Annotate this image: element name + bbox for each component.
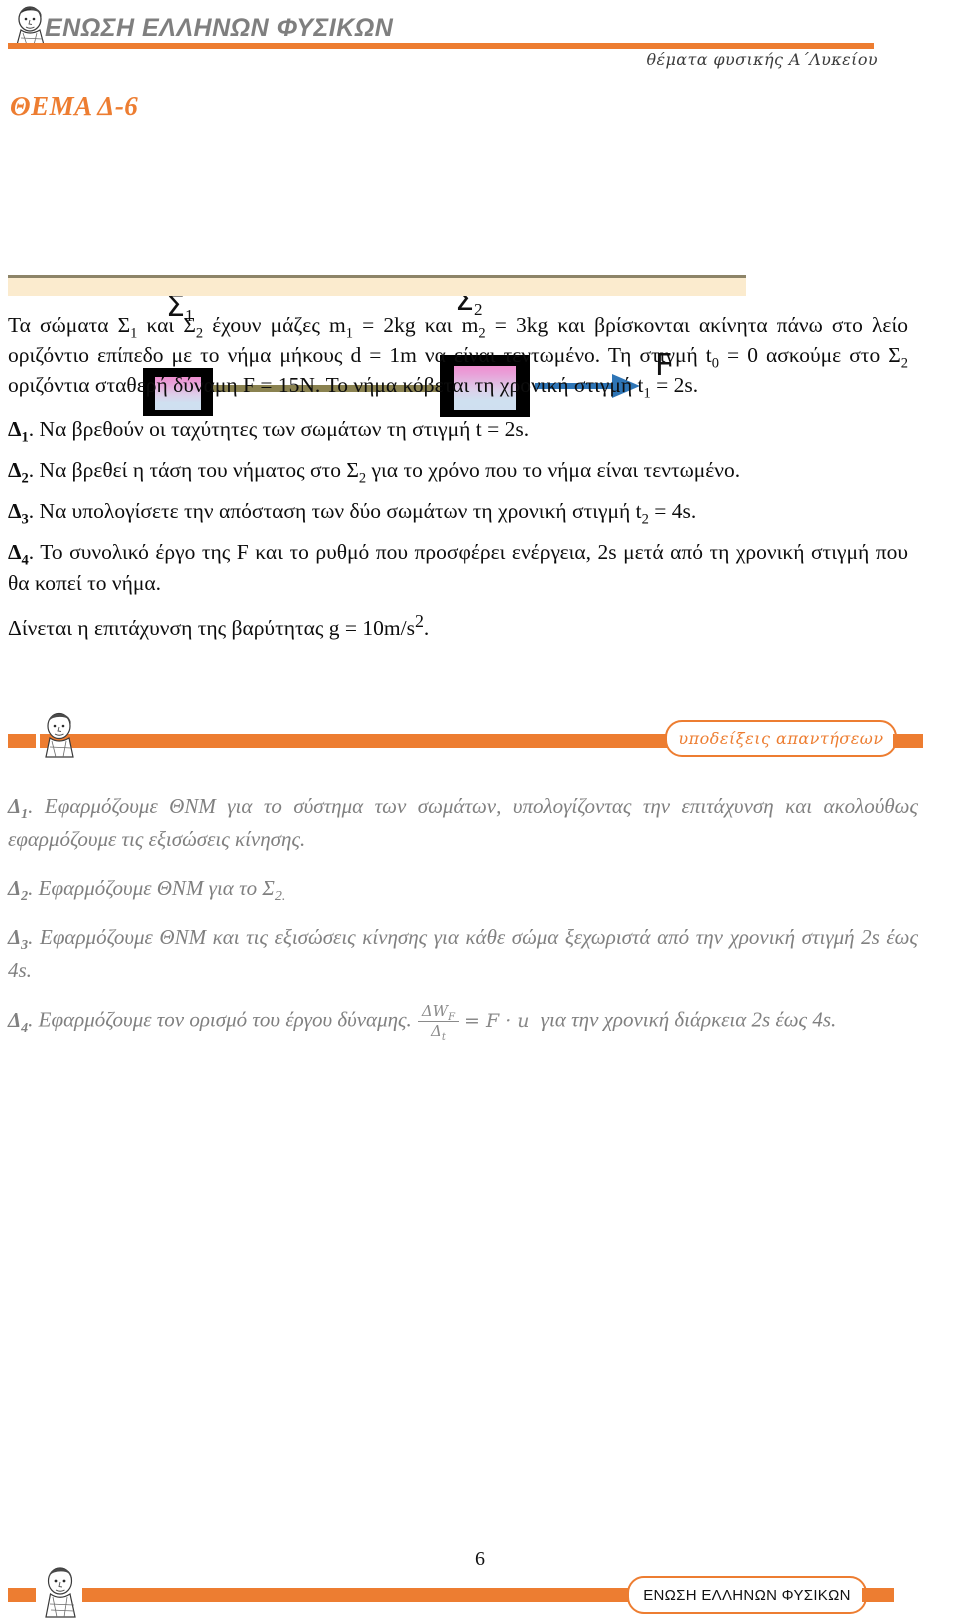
footer-bar-right: [862, 1588, 894, 1602]
footer-bar-main: [82, 1588, 630, 1602]
header-subtitle: θέματα φυσικής Α΄Λυκείου: [646, 50, 878, 69]
hint-item-2: Δ2. Εφαρμόζουμε ΘΝΜ για το Σ2.: [8, 876, 286, 905]
hint-3-tag: Δ3: [8, 925, 29, 954]
hint-item-4: Δ4. Εφαρμόζουμε τον ορισμό του έργου δύν…: [8, 1002, 837, 1044]
page-title: ΘΕΜΑ Δ-6: [10, 91, 139, 121]
hint-item-3: Δ3. Εφαρμόζουμε ΘΝΜ και τις εξισώσεις κί…: [8, 925, 918, 982]
question-item-4: Δ4. Το συνολικό έργο της F και το ρυθμό …: [8, 540, 908, 595]
divider-bar-left: [8, 734, 36, 748]
formula-numerator: ΔWF: [417, 1002, 460, 1023]
header-orange-rule: [8, 43, 874, 49]
question-1-tag: Δ1: [8, 417, 29, 446]
question-item-1: Δ1. Να βρεθούν οι ταχύτητες των σωμάτων …: [8, 417, 530, 446]
divider-bar-main: [40, 734, 670, 748]
problem-intro-paragraph: Τα σώματα Σ1 και Σ2 έχουν μάζες m1 = 2kg…: [8, 313, 908, 402]
footer-badge-label: ΕΝΩΣΗ ΕΛΛΗΝΩΝ ΦΥΣΙΚΩΝ: [643, 1586, 851, 1604]
footer-bar-left: [8, 1588, 36, 1602]
democritus-head-icon: [45, 1567, 76, 1618]
formula-right-side: = F · u: [464, 1010, 530, 1033]
formula-fraction: ΔWF Δt: [417, 1002, 460, 1044]
work-rate-formula: ΔWF Δt = F · u: [417, 1002, 530, 1044]
ground-surface-band: [8, 278, 746, 296]
question-item-2: Δ2. Να βρεθεί η τάση του νήματος στο Σ2 …: [8, 458, 741, 487]
hints-badge: υποδείξεις απαντήσεων: [665, 720, 897, 757]
formula-denominator: Δt: [430, 1022, 446, 1044]
page-number: 6: [475, 1548, 485, 1570]
hint-item-1: Δ1. Εφαρμόζουμε ΘΝΜ για το σύστημα των σ…: [8, 794, 918, 851]
hint-4-tag: Δ4: [8, 1007, 29, 1036]
header-brand-title: ΕΝΩΣΗ ΕΛΛΗΝΩΝ ΦΥΣΙΚΩΝ: [45, 14, 394, 42]
hint-2-tag: Δ2: [8, 876, 29, 905]
physics-figure: Σ1 Σ2 F: [0, 140, 960, 417]
question-2-tag: Δ2: [8, 458, 29, 487]
problem-statement: Τα σώματα Σ1 και Σ2 έχουν μάζες m1 = 2kg…: [8, 310, 908, 644]
democritus-head-icon: [45, 712, 74, 758]
question-item-3: Δ3. Να υπολογίσετε την απόσταση των δύο …: [8, 499, 697, 528]
divider-bar-right: [893, 734, 923, 748]
given-data-line: Δίνεται η επιτάχυνση της βαρύτητας g = 1…: [8, 610, 430, 640]
hints-section-divider: υποδείξεις απαντήσεων: [0, 712, 960, 770]
page-footer: 6 ΕΝΩΣΗ ΕΛΛΗΝΩΝ ΦΥΣΙΚΩΝ: [0, 1540, 960, 1621]
footer-badge: ΕΝΩΣΗ ΕΛΛΗΝΩΝ ΦΥΣΙΚΩΝ: [627, 1576, 867, 1614]
hints-badge-label: υποδείξεις απαντήσεων: [678, 729, 884, 748]
hint-1-tag: Δ1: [8, 794, 29, 823]
page-header: ΕΝΩΣΗ ΕΛΛΗΝΩΝ ΦΥΣΙΚΩΝ θέματα φυσικής Α΄Λ…: [0, 0, 960, 96]
question-4-tag: Δ4: [8, 540, 29, 569]
question-3-tag: Δ3: [8, 499, 29, 528]
hints-list: Δ1. Εφαρμόζουμε ΘΝΜ για το σύστημα των σ…: [8, 790, 918, 1057]
